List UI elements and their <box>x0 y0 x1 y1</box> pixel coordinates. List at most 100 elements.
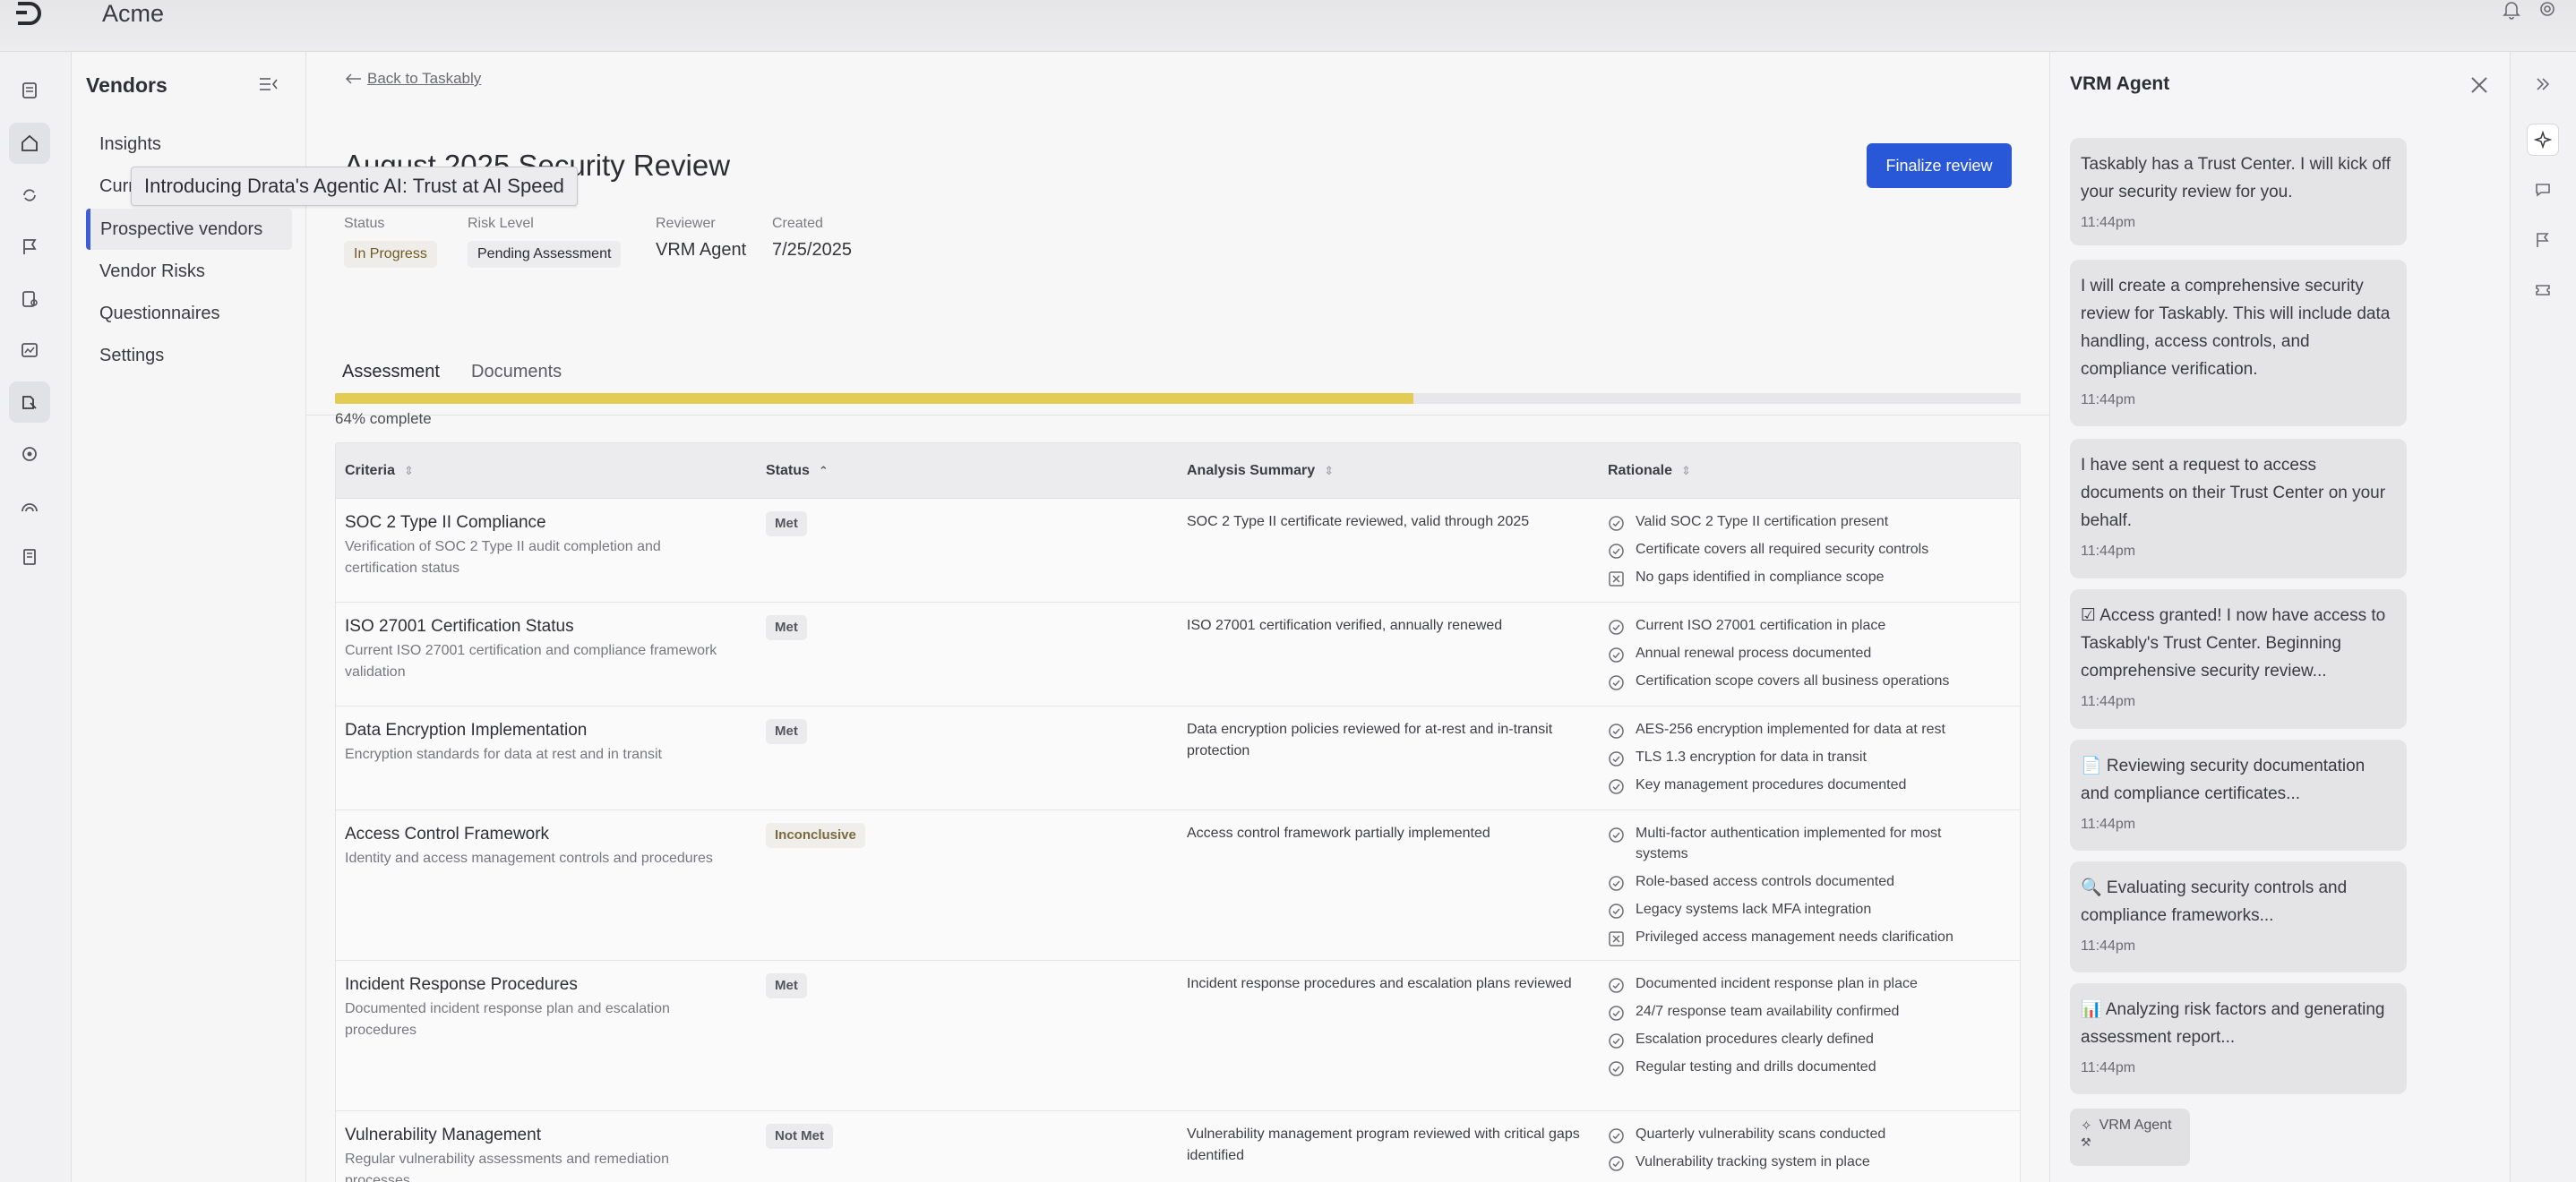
criteria-cell: Access Control Framework Identity and ac… <box>345 823 721 869</box>
analysis-summary: Data encryption policies reviewed for at… <box>1187 722 1553 758</box>
criteria-description: Current ISO 27001 certification and comp… <box>345 643 717 680</box>
table-row[interactable]: Incident Response Procedures Documented … <box>336 961 2020 1111</box>
criteria-cell: ISO 27001 Certification Status Current I… <box>345 615 721 683</box>
expand-panel-icon[interactable] <box>2527 68 2559 100</box>
back-link[interactable]: Back to Taskably <box>346 70 481 88</box>
trust-nav-icon[interactable] <box>9 485 50 527</box>
rationale-item: Documented incident response plan in pla… <box>1608 973 1984 994</box>
sort-asc-icon: ⌃ <box>818 464 829 477</box>
check-circle-icon <box>1609 647 1624 663</box>
nav-item-insights[interactable]: Insights <box>86 124 292 165</box>
check-circle-icon <box>1609 544 1624 559</box>
close-icon[interactable] <box>2468 73 2491 97</box>
rationale-cell: Valid SOC 2 Type II certification presen… <box>1608 511 1984 595</box>
ai-agent-icon[interactable] <box>2527 124 2559 156</box>
agent-message-text: Taskably has a Trust Center. I will kick… <box>2081 155 2391 201</box>
nav-item-prospective-vendors[interactable]: Prospective vendors <box>86 209 292 250</box>
rationale-cell: AES-256 encryption implemented for data … <box>1608 719 1984 802</box>
refresh-nav-icon[interactable] <box>9 175 50 216</box>
nav-item-questionnaires[interactable]: Questionnaires <box>86 293 292 334</box>
tab-bar: Assessment Documents <box>306 362 2049 415</box>
check-circle-icon <box>1609 1006 1624 1021</box>
collapse-nav-icon[interactable] <box>258 75 279 93</box>
risk-nav-icon[interactable] <box>9 433 50 475</box>
reviewer-value: VRM Agent <box>656 240 747 260</box>
rationale-item: Valid SOC 2 Type II certification presen… <box>1608 511 1984 532</box>
rationale-text: Vulnerability tracking system in place <box>1636 1154 1870 1169</box>
status-badge: Inconclusive <box>766 823 865 848</box>
nav-item-vendor-risks[interactable]: Vendor Risks <box>86 251 292 292</box>
column-header-label: Analysis Summary <box>1187 463 1316 478</box>
table-row[interactable]: Vulnerability Management Regular vulnera… <box>336 1111 2020 1182</box>
ticket-icon[interactable] <box>2527 274 2559 306</box>
app-logo-icon[interactable] <box>14 0 45 27</box>
agent-message-time: 11:44pm <box>2081 544 2136 559</box>
monitor-nav-icon[interactable] <box>9 330 50 371</box>
agent-message: Taskably has a Trust Center. I will kick… <box>2070 138 2407 245</box>
agent-working-indicator: ✧ VRM Agent ⚒ <box>2070 1109 2190 1166</box>
x-square-icon <box>1609 931 1624 946</box>
criteria-title: Data Encryption Implementation <box>345 721 588 740</box>
criteria-description: Regular vulnerability assessments and re… <box>345 1152 669 1182</box>
column-header-status[interactable]: Status ⌃ <box>766 443 829 499</box>
analysis-summary: Access control framework partially imple… <box>1187 826 1490 841</box>
vendors-nav-icon[interactable] <box>9 381 50 423</box>
table-row[interactable]: ISO 27001 Certification Status Current I… <box>336 603 2020 707</box>
table-row[interactable]: SOC 2 Type II Compliance Verification of… <box>336 499 2020 603</box>
library-nav-icon[interactable] <box>9 536 50 578</box>
column-header-label: Status <box>766 463 810 478</box>
table-row[interactable]: Data Encryption Implementation Encryptio… <box>336 707 2020 810</box>
rationale-item: Certificate covers all required security… <box>1608 539 1984 560</box>
documents-nav-icon[interactable] <box>9 70 50 111</box>
bell-icon[interactable] <box>2503 0 2520 20</box>
comment-icon[interactable] <box>2527 174 2559 206</box>
summary-cell: Incident response procedures and escalat… <box>1187 973 1581 995</box>
status-cell: Met <box>766 973 807 998</box>
rationale-list: Multi-factor authentication implemented … <box>1608 823 1984 947</box>
column-header-analysis-summary[interactable]: Analysis Summary ⇕ <box>1187 443 1334 499</box>
table-body: SOC 2 Type II Compliance Verification of… <box>336 499 2020 1182</box>
flag-icon[interactable] <box>2527 224 2559 256</box>
check-circle-icon <box>1609 876 1624 891</box>
rationale-text: Regular testing and drills documented <box>1636 1059 1876 1075</box>
summary-cell: ISO 27001 certification verified, annual… <box>1187 615 1581 637</box>
tab-assessment[interactable]: Assessment <box>342 362 440 415</box>
column-header-rationale[interactable]: Rationale ⇕ <box>1608 443 1691 499</box>
status-badge: Met <box>766 973 807 998</box>
status-badge: Met <box>766 615 807 640</box>
table-row[interactable]: Access Control Framework Identity and ac… <box>336 810 2020 961</box>
home-nav-icon[interactable] <box>9 123 50 164</box>
created-label: Created <box>772 216 823 231</box>
rationale-list: Quarterly vulnerability scans conducted V… <box>1608 1124 1984 1182</box>
criteria-title: Incident Response Procedures <box>345 975 578 994</box>
criteria-description: Documented incident response plan and es… <box>345 1001 670 1038</box>
agent-message-text: 🔍 Evaluating security controls and compl… <box>2081 878 2348 925</box>
finalize-review-button[interactable]: Finalize review <box>1867 143 2012 188</box>
agent-message-text: 📊 Analyzing risk factors and generating … <box>2081 1000 2385 1047</box>
summary-cell: Vulnerability management program reviewe… <box>1187 1124 1581 1167</box>
tab-documents[interactable]: Documents <box>471 362 562 415</box>
agent-message: ☑ Access granted! I now have access to T… <box>2070 589 2407 729</box>
criteria-description: Identity and access management controls … <box>345 851 713 866</box>
status-label: Status <box>344 216 385 231</box>
check-circle-icon <box>1609 1156 1624 1171</box>
check-circle-icon <box>1609 620 1624 635</box>
policy-nav-icon[interactable] <box>9 278 50 320</box>
check-circle-icon <box>1609 904 1624 919</box>
progress-fill <box>335 393 1414 404</box>
flag-nav-icon[interactable] <box>9 227 50 268</box>
status-cell: Not Met <box>766 1124 833 1149</box>
rationale-item: Legacy systems lack MFA integration <box>1608 899 1984 920</box>
criteria-cell: Vulnerability Management Regular vulnera… <box>345 1124 721 1182</box>
check-circle-icon <box>1609 675 1624 690</box>
rationale-item: TLS 1.3 encryption for data in transit <box>1608 747 1984 767</box>
rationale-item: 24/7 response team availability confirme… <box>1608 1001 1984 1022</box>
nav-item-settings[interactable]: Settings <box>86 335 292 376</box>
settings-icon[interactable] <box>2538 0 2556 20</box>
rationale-text: Multi-factor authentication implemented … <box>1636 826 1942 861</box>
rationale-item: Vulnerability tracking system in place <box>1608 1152 1984 1172</box>
rationale-list: Valid SOC 2 Type II certification presen… <box>1608 511 1984 587</box>
reviewer-label: Reviewer <box>656 216 716 231</box>
column-header-criteria[interactable]: Criteria ⇕ <box>345 443 414 499</box>
brand-name: Acme <box>102 0 165 27</box>
